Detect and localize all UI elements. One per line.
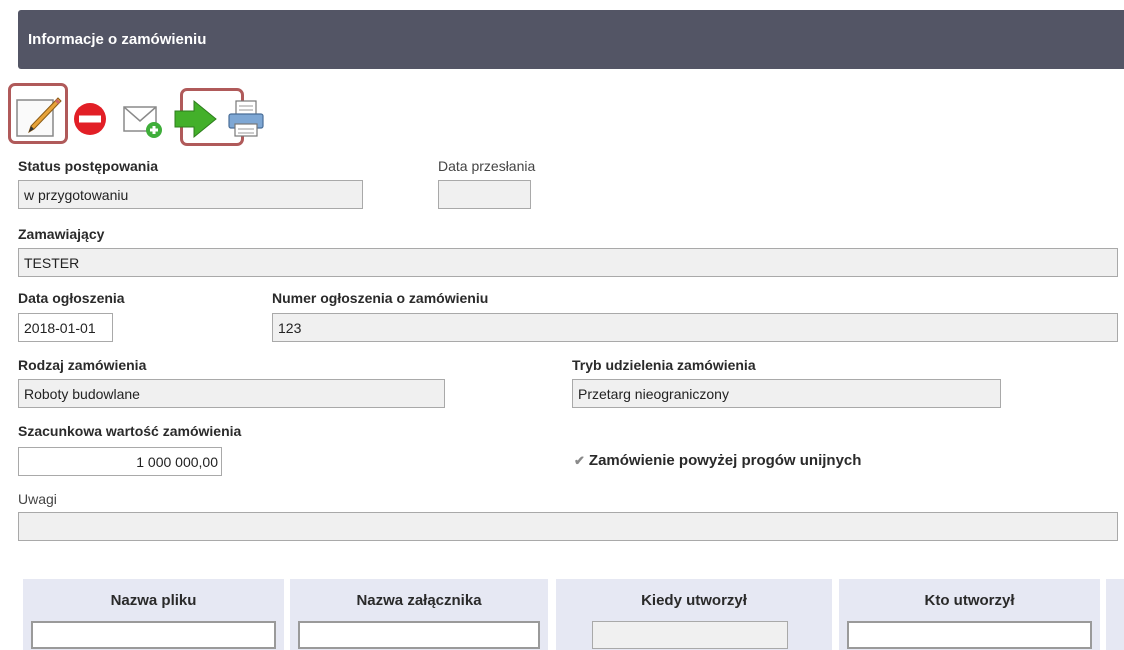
green-arrow-icon[interactable] (174, 99, 218, 139)
column-label: Nazwa załącznika (356, 592, 482, 609)
filter-input-created-by[interactable] (847, 621, 1092, 649)
filter-input-file-name[interactable] (31, 621, 276, 649)
announcement-date-field[interactable]: 2018-01-01 (18, 313, 113, 342)
column-header-file-name[interactable]: Nazwa pliku (23, 579, 284, 650)
no-entry-icon[interactable] (72, 101, 108, 137)
procedure-label: Tryb udzielenia zamówienia (572, 357, 756, 373)
mail-add-icon[interactable] (122, 103, 164, 139)
column-label: Kiedy utworzył (641, 592, 747, 609)
column-label: Nazwa pliku (110, 592, 197, 609)
column-header-created-by[interactable]: Kto utworzył (839, 579, 1100, 650)
column-header-created-when[interactable]: Kiedy utworzył (556, 579, 832, 650)
status-field[interactable]: w przygotowaniu (18, 180, 363, 209)
notes-label: Uwagi (18, 491, 57, 507)
column-label: Kto utworzył (924, 592, 1015, 609)
orderer-field[interactable]: TESTER (18, 248, 1118, 277)
procedure-field[interactable]: Przetarg nieograniczony (572, 379, 1001, 408)
eu-threshold-checkbox[interactable]: ✔ Zamówienie powyżej progów unijnych (574, 452, 861, 469)
announcement-number-field[interactable]: 123 (272, 313, 1118, 342)
orderer-label: Zamawiający (18, 226, 105, 242)
column-header-attachment-name[interactable]: Nazwa załącznika (290, 579, 548, 650)
estimated-value-field[interactable]: 1 000 000,00 (18, 447, 222, 476)
date-sent-field[interactable] (438, 180, 531, 209)
estimated-value-label: Szacunkowa wartość zamówienia (18, 423, 242, 439)
checkmark-icon: ✔ (574, 453, 585, 468)
eu-threshold-label: Zamówienie powyżej progów unijnych (588, 452, 862, 469)
order-type-label: Rodzaj zamówienia (18, 357, 147, 373)
section-header: Informacje o zamówieniu (18, 10, 1124, 69)
section-title: Informacje o zamówieniu (28, 31, 207, 48)
announcement-number-label: Numer ogłoszenia o zamówieniu (272, 290, 489, 306)
filter-input-created-when[interactable] (592, 621, 788, 649)
filter-input-attachment-name[interactable] (298, 621, 540, 649)
pencil-icon[interactable] (16, 96, 62, 138)
printer-icon[interactable] (226, 100, 268, 138)
announcement-date-label: Data ogłoszenia (18, 290, 125, 306)
date-sent-label: Data przesłania (438, 158, 536, 174)
column-header-partial (1106, 579, 1124, 650)
notes-field[interactable] (18, 512, 1118, 541)
status-label: Status postępowania (18, 158, 159, 174)
order-type-field[interactable]: Roboty budowlane (18, 379, 445, 408)
